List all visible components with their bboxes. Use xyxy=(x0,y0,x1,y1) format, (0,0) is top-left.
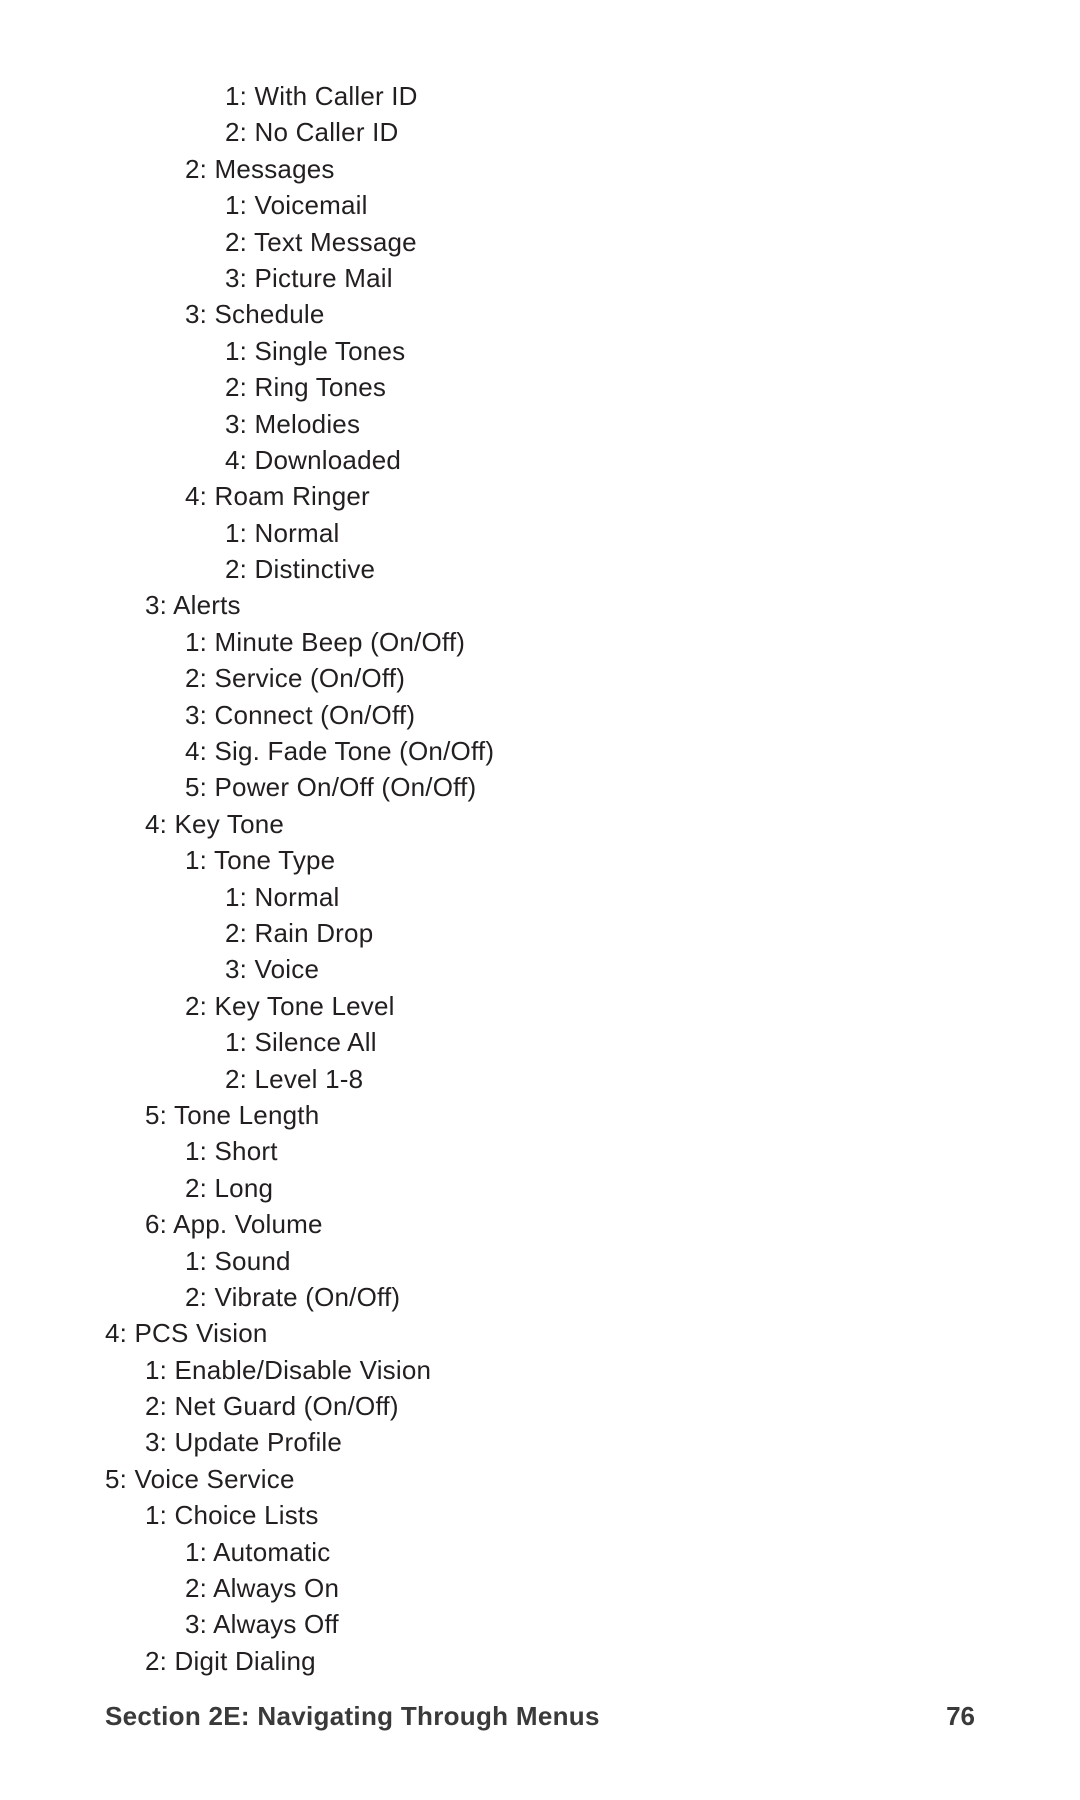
menu-line: 2: Distinctive xyxy=(225,551,975,587)
menu-line: 1: Sound xyxy=(185,1243,975,1279)
menu-line: 1: Tone Type xyxy=(185,842,975,878)
menu-line: 2: Level 1-8 xyxy=(225,1061,975,1097)
menu-line: 1: Short xyxy=(185,1133,975,1169)
menu-line: 6: App. Volume xyxy=(145,1206,975,1242)
menu-line: 1: Single Tones xyxy=(225,333,975,369)
menu-line: 1: Silence All xyxy=(225,1024,975,1060)
menu-line: 3: Update Profile xyxy=(145,1424,975,1460)
menu-line: 1: Normal xyxy=(225,879,975,915)
menu-line: 2: No Caller ID xyxy=(225,114,975,150)
menu-line: 1: Minute Beep (On/Off) xyxy=(185,624,975,660)
menu-line: 2: Rain Drop xyxy=(225,915,975,951)
menu-line: 2: Text Message xyxy=(225,224,975,260)
page-number: 76 xyxy=(946,1701,975,1732)
menu-line: 4: PCS Vision xyxy=(105,1315,975,1351)
menu-line: 1: Voicemail xyxy=(225,187,975,223)
menu-line: 1: With Caller ID xyxy=(225,78,975,114)
menu-line: 2: Always On xyxy=(185,1570,975,1606)
menu-line: 5: Power On/Off (On/Off) xyxy=(185,769,975,805)
menu-line: 2: Net Guard (On/Off) xyxy=(145,1388,975,1424)
menu-line: 2: Messages xyxy=(185,151,975,187)
menu-line: 5: Voice Service xyxy=(105,1461,975,1497)
menu-line: 4: Sig. Fade Tone (On/Off) xyxy=(185,733,975,769)
menu-line: 2: Key Tone Level xyxy=(185,988,975,1024)
menu-line: 2: Long xyxy=(185,1170,975,1206)
menu-line: 3: Always Off xyxy=(185,1606,975,1642)
menu-line: 2: Vibrate (On/Off) xyxy=(185,1279,975,1315)
menu-line: 2: Ring Tones xyxy=(225,369,975,405)
menu-line: 3: Schedule xyxy=(185,296,975,332)
menu-line: 1: Automatic xyxy=(185,1534,975,1570)
menu-outline: 1: With Caller ID2: No Caller ID2: Messa… xyxy=(105,78,975,1679)
menu-line: 3: Connect (On/Off) xyxy=(185,697,975,733)
menu-line: 3: Alerts xyxy=(145,587,975,623)
menu-line: 5: Tone Length xyxy=(145,1097,975,1133)
menu-line: 3: Melodies xyxy=(225,406,975,442)
menu-line: 3: Voice xyxy=(225,951,975,987)
menu-line: 1: Choice Lists xyxy=(145,1497,975,1533)
page-footer: Section 2E: Navigating Through Menus 76 xyxy=(105,1701,975,1732)
menu-line: 1: Enable/Disable Vision xyxy=(145,1352,975,1388)
menu-line: 2: Digit Dialing xyxy=(145,1643,975,1679)
menu-line: 4: Downloaded xyxy=(225,442,975,478)
document-page: 1: With Caller ID2: No Caller ID2: Messa… xyxy=(0,0,1080,1800)
menu-line: 1: Normal xyxy=(225,515,975,551)
menu-line: 4: Key Tone xyxy=(145,806,975,842)
menu-line: 2: Service (On/Off) xyxy=(185,660,975,696)
menu-line: 3: Picture Mail xyxy=(225,260,975,296)
section-label: Section 2E: Navigating Through Menus xyxy=(105,1701,600,1732)
menu-line: 4: Roam Ringer xyxy=(185,478,975,514)
